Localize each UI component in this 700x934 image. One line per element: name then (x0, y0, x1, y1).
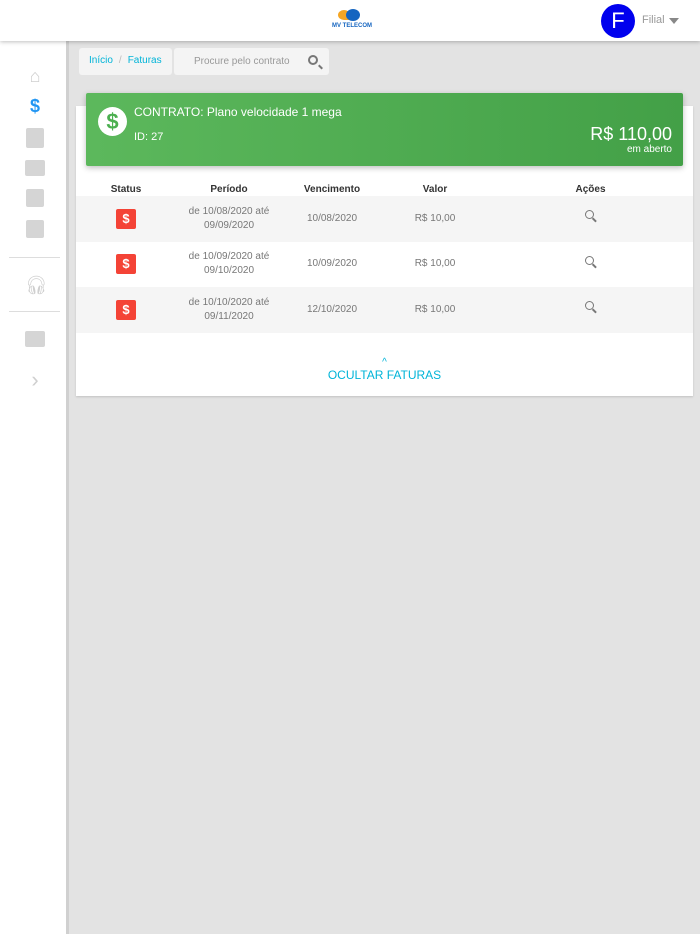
headset-icon[interactable]: 🎧︎ (25, 275, 48, 295)
dollar-icon[interactable]: $ (25, 96, 45, 116)
table-row: $ de 10/10/2020 até 09/11/2020 12/10/202… (76, 287, 693, 333)
home-icon[interactable]: ⌂ (25, 66, 45, 86)
search-box (174, 48, 329, 75)
col-period: Período (210, 183, 248, 195)
caret-down-icon[interactable] (669, 18, 679, 24)
sidebar: ⌂ $ 🎧︎ › (0, 41, 69, 934)
search-icon[interactable] (308, 55, 318, 65)
avatar[interactable]: F (601, 4, 635, 38)
chart-icon[interactable] (26, 189, 44, 207)
chat-icon[interactable] (25, 331, 45, 347)
col-value: Valor (422, 183, 448, 195)
col-due: Vencimento (303, 183, 361, 195)
view-invoice-icon[interactable] (584, 301, 597, 313)
library-icon[interactable] (26, 220, 44, 238)
contract-card: $ CONTRATO: Plano velocidade 1 mega ID: … (86, 93, 683, 166)
contract-amount-label: em aberto (626, 144, 672, 155)
status-badge[interactable]: $ (116, 254, 136, 275)
receipt-icon[interactable] (26, 128, 44, 148)
top-bar: MV TELECOM F Filial (0, 0, 700, 41)
logo[interactable]: MV TELECOM (332, 8, 372, 32)
status-badge[interactable]: $ (116, 299, 136, 320)
table-row: $ de 10/08/2020 até 09/09/2020 10/08/202… (76, 196, 693, 242)
view-invoice-icon[interactable] (584, 210, 597, 222)
col-status: Status (110, 183, 142, 195)
col-actions: Ações (575, 183, 606, 195)
chevron-right-icon[interactable]: › (25, 369, 45, 391)
contract-amount: R$ 110,00 (590, 124, 672, 144)
status-badge[interactable]: $ (116, 208, 136, 229)
view-invoice-icon[interactable] (584, 255, 597, 268)
document-icon[interactable] (25, 160, 45, 176)
user-label[interactable]: Filial (642, 14, 665, 26)
invoices-table: Status Período Vencimento Valor Ações $ … (76, 182, 693, 333)
contract-title: CONTRATO: Plano velocidade 1 mega (134, 105, 342, 119)
contract-id: ID: 27 (134, 131, 164, 143)
table-row: $ de 10/09/2020 até 09/10/2020 10/09/202… (76, 242, 693, 288)
breadcrumb-home[interactable]: Início (89, 55, 113, 66)
chevron-up-icon: ^ (382, 357, 387, 368)
breadcrumb-current[interactable]: Faturas (128, 55, 162, 66)
dollar-coin-icon: $ (98, 107, 127, 136)
breadcrumb: Início / Faturas (79, 48, 172, 75)
search-input[interactable] (174, 48, 294, 75)
hide-invoices-button[interactable]: ^ OCULTAR FATURAS (76, 357, 693, 383)
